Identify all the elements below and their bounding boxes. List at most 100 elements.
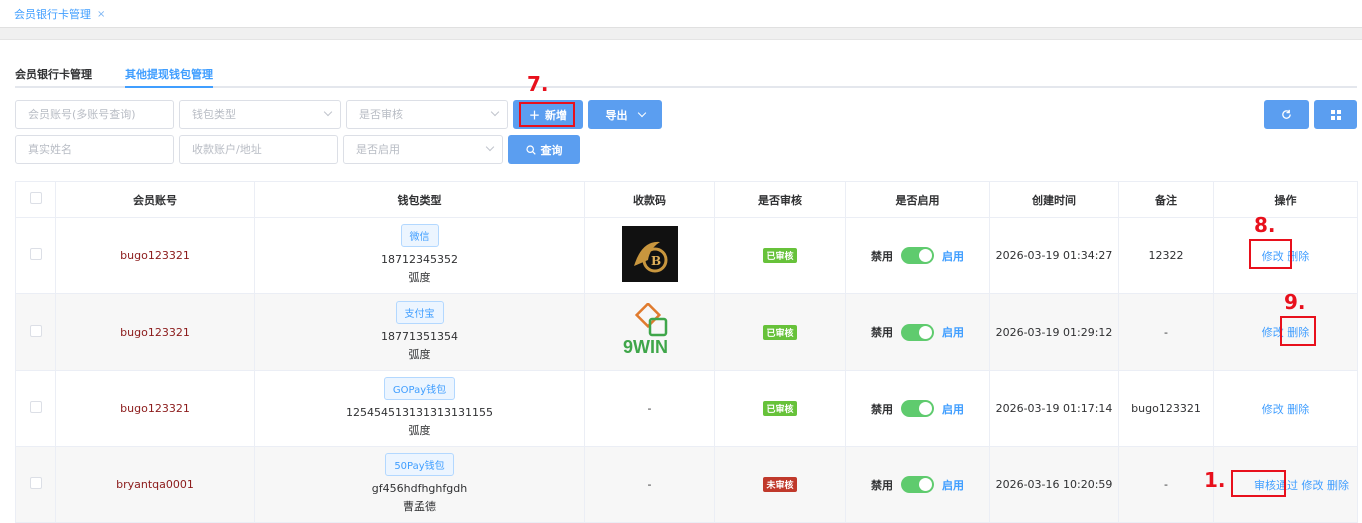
account-input[interactable]: 会员账号(多账号查询) — [15, 100, 174, 129]
delete-link[interactable]: 删除 — [1287, 403, 1309, 416]
enabled-cell: 禁用 启用 — [845, 293, 990, 371]
header-created: 创建时间 — [989, 181, 1119, 218]
enable-label: 启用 — [942, 326, 964, 339]
tab-member-bank-card-manage[interactable]: 会员银行卡管理 — [15, 66, 92, 82]
wallet-cell: 50Pay钱包 gf456hdfhghfgdh 曹孟德 — [254, 446, 585, 523]
wallet-cell: GOPay钱包 125454513131313131155 弧度 — [254, 370, 585, 447]
grid-view-button[interactable] — [1314, 100, 1357, 129]
tab-other-wallet-manage[interactable]: 其他提现钱包管理 — [125, 66, 213, 88]
remark-cell: - — [1118, 446, 1214, 523]
select-all-cell — [15, 181, 56, 218]
remark-cell: - — [1118, 293, 1214, 371]
row-checkbox[interactable] — [29, 477, 42, 489]
annotation-box-approve — [1231, 470, 1286, 497]
annotation-box-delete — [1280, 316, 1316, 346]
enable-label: 启用 — [942, 402, 964, 416]
header-audit: 是否审核 — [714, 181, 846, 218]
header-wallet-type: 钱包类型 — [254, 181, 585, 218]
wallet-holder-name: 弧度 — [408, 271, 431, 284]
header-actions: 操作 — [1213, 181, 1358, 218]
enabled-toggle[interactable] — [901, 247, 934, 264]
tab-label: 会员银行卡管理 — [14, 8, 91, 21]
enable-label: 启用 — [942, 478, 964, 492]
enabled-toggle[interactable] — [901, 476, 934, 493]
header-qr-code: 收款码 — [584, 181, 715, 218]
header-remark: 备注 — [1118, 181, 1214, 218]
audit-cell: 已审核 — [714, 217, 846, 294]
audit-placeholder: 是否审核 — [359, 108, 403, 121]
audit-status-badge: 已审核 — [763, 248, 797, 263]
b-logo-icon: B — [621, 226, 678, 282]
annotation-box-add — [519, 102, 575, 127]
table-row: bugo123321 支付宝 18771351354 弧度 9WIN 已审核 禁… — [15, 293, 1358, 371]
enabled-placeholder: 是否启用 — [356, 143, 400, 156]
9win-logo-text: 9WIN — [623, 337, 668, 357]
grid-icon — [1330, 109, 1341, 120]
enabled-select[interactable]: 是否启用 — [343, 135, 503, 164]
enabled-toggle[interactable] — [901, 400, 934, 417]
export-button-label: 导出 — [605, 108, 628, 122]
audit-status-badge: 未审核 — [763, 477, 797, 492]
close-icon[interactable]: × — [97, 9, 105, 20]
enable-label: 启用 — [942, 249, 964, 263]
export-button[interactable]: 导出 — [588, 100, 662, 129]
realname-input[interactable]: 真实姓名 — [15, 135, 174, 164]
table-row: bugo123321 GOPay钱包 125454513131313131155… — [15, 370, 1358, 447]
created-cell: 2026-03-19 01:17:14 — [989, 370, 1119, 447]
row-checkbox[interactable] — [29, 401, 42, 413]
row-checkbox[interactable] — [29, 248, 42, 260]
wallet-number: 18712345352 — [381, 253, 458, 266]
wallet-type-select[interactable]: 钱包类型 — [179, 100, 341, 129]
qr-code-image[interactable]: B — [621, 226, 678, 282]
wallet-type-tag: GOPay钱包 — [383, 377, 456, 400]
9win-logo-icon: 9WIN — [623, 301, 668, 357]
select-all-checkbox[interactable] — [29, 192, 42, 204]
account-cell: bryantqa0001 — [55, 446, 255, 523]
remark-cell: 12322 — [1118, 217, 1214, 294]
account-cell: bugo123321 — [55, 370, 255, 447]
header-enabled: 是否启用 — [845, 181, 990, 218]
annotation-box-edit — [1249, 239, 1292, 269]
actions-cell: 修改 删除 — [1213, 370, 1358, 447]
disable-label: 禁用 — [871, 249, 893, 263]
tab-member-bank-card[interactable]: 会员银行卡管理 × — [14, 6, 105, 22]
enabled-cell: 禁用 启用 — [845, 446, 990, 523]
wallet-type-tag: 50Pay钱包 — [385, 453, 454, 476]
audit-status-badge: 已审核 — [763, 324, 797, 340]
row-select-cell — [15, 293, 56, 371]
refresh-icon — [1282, 109, 1291, 119]
edit-link[interactable]: 修改 — [1302, 479, 1324, 492]
top-tab-bar: 会员银行卡管理 × — [0, 0, 1362, 28]
query-button-label: 查询 — [540, 143, 563, 157]
header-account: 会员账号 — [55, 181, 255, 218]
row-select-cell — [15, 217, 56, 294]
audit-cell: 已审核 — [714, 293, 846, 371]
delete-link[interactable]: 删除 — [1327, 479, 1349, 492]
refresh-button[interactable] — [1264, 100, 1309, 129]
audit-select[interactable]: 是否审核 — [346, 100, 508, 129]
enabled-toggle[interactable] — [901, 323, 934, 341]
table-row: bugo123321 微信 18712345352 弧度 B 已审核 禁用 启用… — [15, 217, 1358, 294]
header-divider — [0, 28, 1362, 40]
wallet-holder-name: 曹孟德 — [403, 500, 436, 513]
qr-cell: - — [584, 446, 715, 523]
edit-link[interactable]: 修改 — [1262, 403, 1284, 416]
audit-cell: 未审核 — [714, 446, 846, 523]
qr-cell: 9WIN — [584, 293, 715, 371]
row-checkbox[interactable] — [29, 324, 42, 337]
created-cell: 2026-03-19 01:29:12 — [989, 293, 1119, 371]
disable-label: 禁用 — [871, 326, 893, 339]
address-input[interactable]: 收款账户/地址 — [179, 135, 338, 164]
row-select-cell — [15, 446, 56, 523]
wallet-type-placeholder: 钱包类型 — [192, 108, 236, 121]
annotation-8: 8. — [1254, 213, 1276, 237]
account-cell: bugo123321 — [55, 293, 255, 371]
remark-cell: bugo123321 — [1118, 370, 1214, 447]
audit-status-badge: 已审核 — [763, 401, 797, 416]
qr-code-image[interactable]: 9WIN — [620, 301, 680, 359]
chevron-down-icon — [323, 107, 333, 117]
created-cell: 2026-03-16 10:20:59 — [989, 446, 1119, 523]
disable-label: 禁用 — [871, 478, 893, 492]
wallet-type-tag: 微信 — [400, 224, 439, 247]
query-button[interactable]: 查询 — [508, 135, 580, 164]
